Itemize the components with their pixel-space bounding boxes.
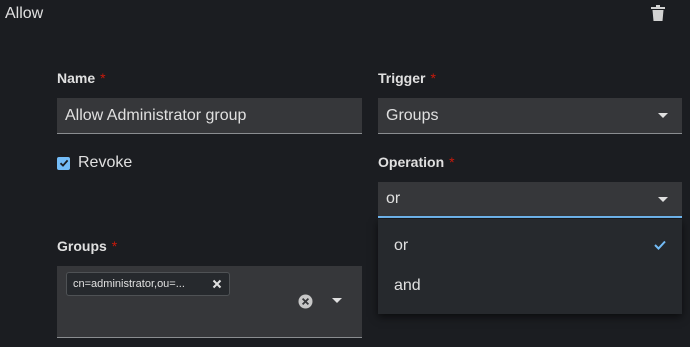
trigger-value: Groups [386,106,439,124]
trigger-label: Trigger * [378,70,436,86]
group-chip: cn=administrator,ou=... [66,272,230,296]
groups-select[interactable]: cn=administrator,ou=... [57,266,362,338]
trash-icon[interactable] [651,5,665,21]
group-chip-text: cn=administrator,ou=... [73,278,185,290]
operation-select[interactable]: or [378,182,682,218]
caret-down-icon[interactable] [332,298,342,303]
rule-title: Allow [5,5,44,22]
operation-label: Operation * [378,154,455,170]
operation-option-or[interactable]: or [378,226,682,266]
revoke-label: Revoke [78,154,133,171]
name-input[interactable] [57,98,362,134]
check-icon [59,159,68,167]
rule-card: Allow Name* Revoke Groups* cn=administra… [0,0,690,347]
name-label: Name * [57,70,106,86]
caret-down-icon [658,113,668,118]
times-icon[interactable] [205,273,229,295]
check-icon [654,240,666,250]
operation-menu: or and [378,219,682,314]
trigger-select[interactable]: Groups [378,98,682,134]
revoke-checkbox[interactable] [57,156,70,170]
groups-label: Groups * [57,238,118,254]
times-circle-icon[interactable] [298,294,313,309]
operation-option-and[interactable]: and [378,266,682,306]
operation-value: or [386,190,401,207]
caret-down-icon [658,196,668,202]
revoke-checkbox-row[interactable]: Revoke [57,154,132,172]
